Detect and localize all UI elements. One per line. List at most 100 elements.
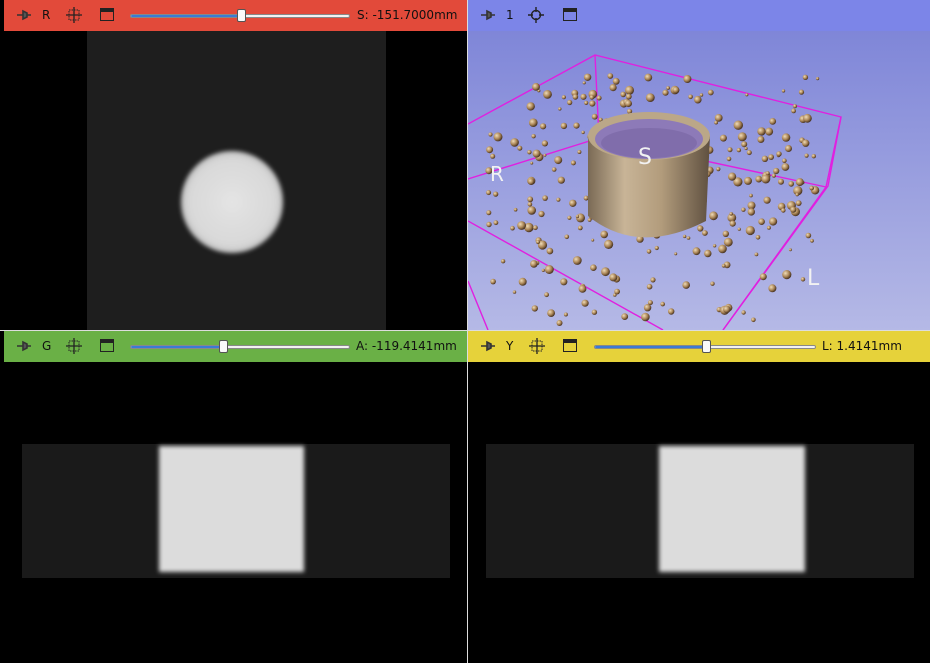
bead bbox=[650, 277, 656, 283]
3d-view[interactable]: 1 S R L bbox=[468, 0, 930, 330]
bead bbox=[493, 132, 503, 142]
bead bbox=[765, 127, 774, 136]
bead bbox=[688, 94, 693, 100]
bead bbox=[529, 118, 538, 127]
bead bbox=[781, 208, 786, 213]
crosshair-icon[interactable] bbox=[66, 338, 82, 354]
slider-handle[interactable] bbox=[219, 340, 228, 353]
bead bbox=[692, 247, 701, 256]
bead bbox=[672, 86, 680, 94]
bead bbox=[751, 317, 756, 323]
bead bbox=[723, 237, 733, 247]
cylinder-volume bbox=[588, 112, 710, 238]
slice-offset-value: S: -151.7000mm bbox=[357, 8, 458, 22]
bead bbox=[741, 207, 746, 212]
3d-render-canvas[interactable]: S R L bbox=[468, 31, 930, 330]
yellow-slice-view[interactable]: Y L: 1.4141mm bbox=[468, 331, 930, 663]
crosshair-icon[interactable] bbox=[529, 338, 545, 354]
bead bbox=[754, 252, 759, 257]
bead bbox=[746, 150, 752, 156]
bead bbox=[699, 93, 704, 97]
bead bbox=[601, 267, 610, 277]
bead bbox=[527, 178, 535, 185]
bead bbox=[718, 244, 727, 254]
bead bbox=[527, 150, 532, 155]
bead bbox=[769, 217, 778, 226]
pin-icon[interactable] bbox=[480, 340, 496, 352]
bead bbox=[591, 238, 595, 242]
slider-handle[interactable] bbox=[237, 9, 246, 22]
slider-handle[interactable] bbox=[702, 340, 711, 353]
bead bbox=[781, 133, 791, 142]
bead bbox=[569, 199, 577, 207]
bead bbox=[541, 140, 548, 147]
bead bbox=[736, 147, 742, 153]
maximize-icon[interactable] bbox=[100, 8, 114, 21]
bead bbox=[733, 120, 743, 130]
yellow-slice-image[interactable] bbox=[468, 362, 930, 663]
bead bbox=[560, 122, 568, 130]
center-view-icon[interactable] bbox=[528, 7, 544, 23]
red-slice-image[interactable] bbox=[4, 31, 467, 330]
bead bbox=[544, 292, 549, 298]
bead bbox=[591, 113, 598, 120]
bead bbox=[726, 156, 732, 162]
bead bbox=[749, 193, 753, 198]
pin-icon[interactable] bbox=[480, 9, 496, 21]
bead bbox=[543, 153, 547, 157]
bead bbox=[486, 190, 492, 196]
bead bbox=[816, 77, 820, 81]
pin-icon[interactable] bbox=[16, 9, 32, 21]
maximize-icon[interactable] bbox=[563, 339, 577, 352]
bead bbox=[741, 310, 746, 315]
maximize-icon[interactable] bbox=[100, 339, 114, 352]
horizontal-divider bbox=[0, 330, 930, 331]
bead bbox=[538, 210, 545, 218]
green-slice-image[interactable] bbox=[4, 362, 467, 663]
bead bbox=[768, 154, 774, 160]
bead bbox=[683, 75, 692, 83]
bead bbox=[614, 288, 620, 295]
bead bbox=[621, 313, 629, 320]
view-letter: G bbox=[42, 339, 52, 353]
bead bbox=[645, 93, 655, 102]
slice-offset-slider[interactable] bbox=[594, 340, 816, 353]
bead bbox=[486, 210, 492, 216]
bead bbox=[712, 244, 717, 248]
bead bbox=[530, 260, 538, 268]
orientation-label-l: L bbox=[807, 266, 820, 291]
pin-icon[interactable] bbox=[16, 340, 32, 352]
bead bbox=[646, 249, 652, 254]
bead bbox=[609, 273, 618, 282]
bead bbox=[596, 95, 602, 101]
bead bbox=[582, 81, 586, 85]
bead bbox=[541, 268, 545, 272]
green-slice-view[interactable]: G A: -119.4141mm bbox=[4, 331, 467, 663]
bead bbox=[810, 238, 814, 243]
maximize-icon[interactable] bbox=[563, 8, 577, 21]
bead bbox=[644, 73, 653, 82]
bead bbox=[802, 139, 810, 147]
bead bbox=[755, 175, 763, 183]
bead bbox=[805, 232, 812, 239]
bead bbox=[744, 176, 752, 185]
red-slice-view[interactable]: R S: -151.7000mm bbox=[4, 0, 467, 330]
slice-offset-slider[interactable] bbox=[130, 9, 350, 22]
bead bbox=[546, 247, 554, 255]
bead bbox=[792, 104, 798, 109]
bead bbox=[560, 278, 568, 286]
bead bbox=[486, 221, 492, 228]
bead bbox=[757, 136, 765, 143]
bead bbox=[694, 95, 702, 104]
bead bbox=[589, 100, 596, 107]
orientation-label-r: R bbox=[490, 162, 504, 186]
bead bbox=[584, 100, 589, 105]
bead bbox=[802, 74, 809, 80]
bead bbox=[563, 312, 568, 317]
bead bbox=[609, 84, 617, 92]
bead bbox=[809, 185, 814, 191]
crosshair-icon[interactable] bbox=[66, 7, 82, 23]
bead bbox=[768, 284, 777, 293]
bead bbox=[544, 265, 554, 274]
slice-offset-slider[interactable] bbox=[130, 340, 350, 353]
